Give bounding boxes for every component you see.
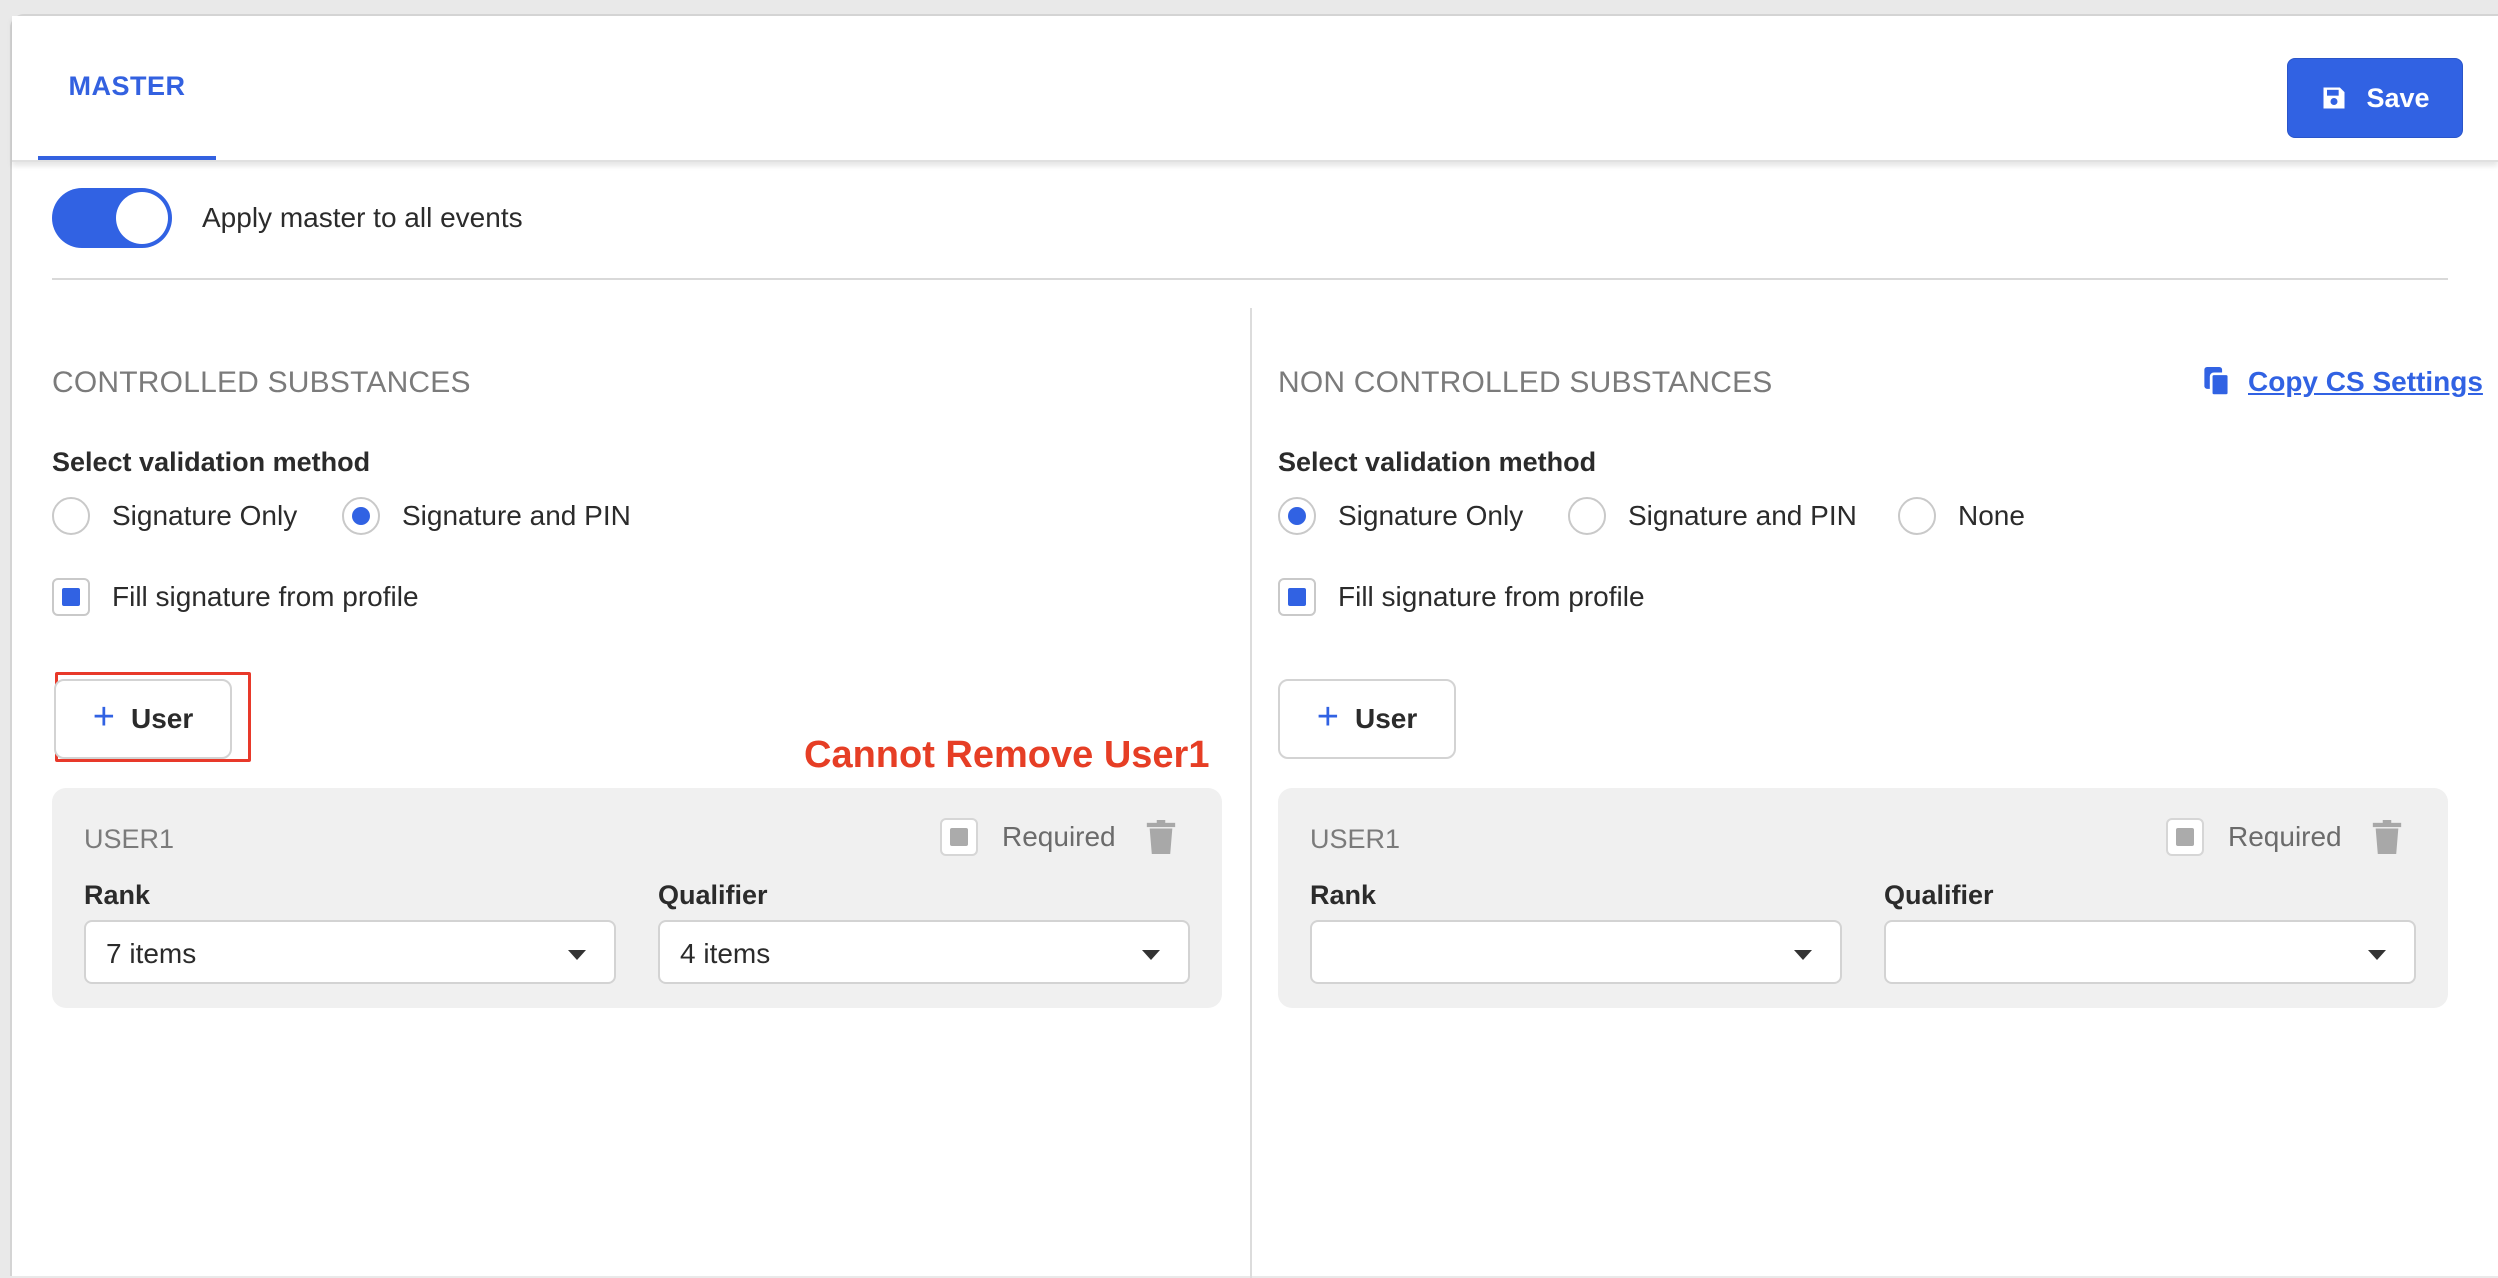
copy-link-label: Copy CS Settings [2248,366,2483,397]
apply-master-label: Apply master to all events [202,202,523,233]
required-checkbox[interactable]: Required [940,818,1116,856]
non-controlled-validation-label: Select validation method [1278,447,1597,477]
copy-cs-settings-link[interactable]: Copy CS Settings [2204,366,2483,398]
ncs-fill-signature-checkbox[interactable]: Fill signature from profile [1278,578,1645,616]
cs-add-user-button[interactable]: + User [54,679,232,759]
radio-circle [1278,497,1316,535]
checkbox-label: Fill signature from profile [1338,581,1645,612]
trash-icon[interactable] [2372,820,2402,854]
column-divider [1250,308,1252,1278]
cs-fill-signature-checkbox[interactable]: Fill signature from profile [52,578,419,616]
checkbox-box [52,578,90,616]
qualifier-select[interactable] [1884,920,2416,984]
rank-label: Rank [84,880,151,910]
controlled-validation-label: Select validation method [52,447,371,477]
caret-down-icon [1142,950,1160,960]
plus-icon: + [1316,696,1339,738]
apply-master-toggle[interactable] [52,188,172,248]
plus-icon: + [92,696,115,738]
floppy-disk-icon [2323,87,2345,109]
radio-circle [1898,497,1936,535]
rank-label: Rank [1310,880,1377,910]
qualifier-label: Qualifier [1884,880,1994,910]
radio-label: Signature and PIN [1628,500,1857,531]
required-label: Required [1002,821,1116,852]
checkbox-box [940,818,978,856]
radio-label: Signature Only [112,500,298,531]
caret-down-icon [2368,950,2386,960]
copy-icon [2204,367,2231,397]
trash-icon[interactable] [1146,820,1176,854]
add-user-label: User [1354,703,1418,734]
checkbox-box [1278,578,1316,616]
non-controlled-section-title: NON CONTROLLED SUBSTANCES [1278,366,1773,399]
cs-radio-signature-pin[interactable]: Signature and PIN [342,497,631,535]
save-button[interactable]: Save [2287,58,2463,138]
required-checkbox[interactable]: Required [2166,818,2342,856]
rank-value: 7 items [106,938,197,969]
save-label: Save [2366,82,2430,113]
tab-master[interactable]: MASTER [38,16,216,160]
checkbox-label: Fill signature from profile [112,581,419,612]
controlled-section-title: CONTROLLED SUBSTANCES [52,366,471,399]
cs-user-card: USER1 Required Rank 7 items Qualifier 4 … [52,788,1222,1008]
qualifier-value: 4 items [680,938,771,969]
rank-select[interactable]: 7 items [84,920,616,984]
rank-select[interactable] [1310,920,1842,984]
caret-down-icon [568,950,586,960]
ncs-radio-none[interactable]: None [1898,497,2025,535]
radio-label: None [1958,500,2025,531]
ncs-user-card: USER1 Required Rank Qualifier [1278,788,2448,1008]
ncs-radio-signature-pin[interactable]: Signature and PIN [1568,497,1857,535]
radio-label: Signature and PIN [402,500,631,531]
checkbox-box [2166,818,2204,856]
radio-circle [342,497,380,535]
toggle-knob [116,192,168,244]
radio-label: Signature Only [1338,500,1524,531]
add-user-label: User [130,703,194,734]
annotation-text: Cannot Remove User1 [804,734,1210,776]
caret-down-icon [1794,950,1812,960]
ncs-radio-signature-only[interactable]: Signature Only [1278,497,1523,535]
settings-panel: MASTER Save Apply master to all events C… [10,14,2498,1278]
ncs-add-user-button[interactable]: + User [1278,679,1456,759]
cs-radio-signature-only[interactable]: Signature Only [52,497,297,535]
user-name: USER1 [84,824,175,854]
radio-circle [52,497,90,535]
qualifier-select[interactable]: 4 items [658,920,1190,984]
header-bar: MASTER Save [12,16,2498,162]
qualifier-label: Qualifier [658,880,768,910]
user-name: USER1 [1310,824,1401,854]
radio-circle [1568,497,1606,535]
required-label: Required [2228,821,2342,852]
divider [52,278,2448,280]
